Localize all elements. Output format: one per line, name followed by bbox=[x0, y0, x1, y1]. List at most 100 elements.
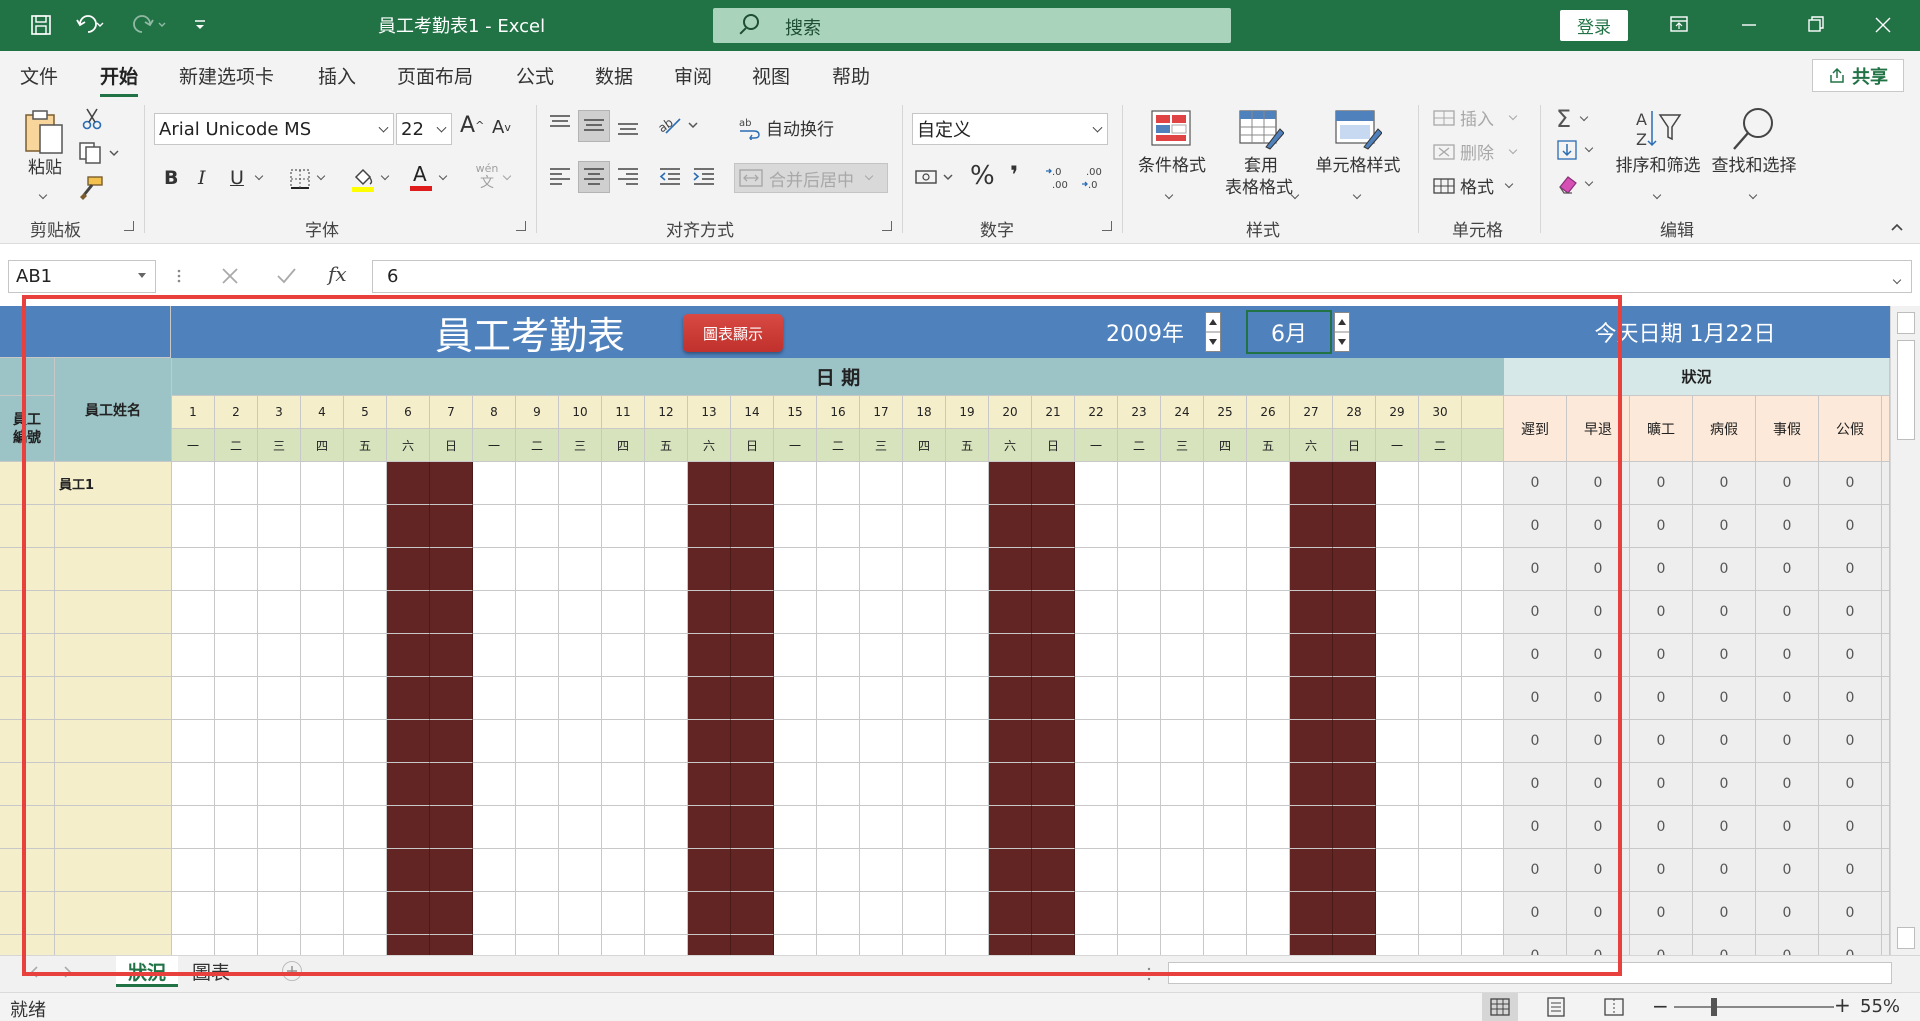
weekday-cell[interactable]: 日 bbox=[430, 429, 473, 462]
employee-id-cell[interactable] bbox=[0, 505, 55, 548]
employee-name-cell[interactable] bbox=[55, 548, 172, 591]
employee-name-cell[interactable] bbox=[55, 591, 172, 634]
status-value-cell[interactable]: 0 bbox=[1756, 634, 1819, 677]
attendance-cell[interactable] bbox=[1247, 806, 1290, 849]
weekday-cell[interactable]: 二 bbox=[817, 429, 860, 462]
weekend-day-cell[interactable] bbox=[731, 677, 774, 720]
attendance-cell[interactable] bbox=[473, 849, 516, 892]
attendance-cell[interactable] bbox=[344, 634, 387, 677]
employee-name-cell[interactable] bbox=[55, 505, 172, 548]
attendance-cell[interactable] bbox=[1161, 677, 1204, 720]
attendance-cell[interactable] bbox=[301, 806, 344, 849]
employee-id-cell[interactable] bbox=[0, 892, 55, 935]
status-column-header[interactable]: 病假 bbox=[1693, 396, 1756, 462]
weekday-cell[interactable]: 一 bbox=[1376, 429, 1419, 462]
attendance-cell[interactable] bbox=[1075, 548, 1118, 591]
attendance-cell[interactable] bbox=[1376, 763, 1419, 806]
weekend-day-cell[interactable] bbox=[1032, 634, 1075, 677]
status-value-cell[interactable]: 0 bbox=[1693, 892, 1756, 935]
attendance-cell[interactable] bbox=[860, 806, 903, 849]
increase-font-size-icon[interactable]: A ^ bbox=[460, 113, 484, 138]
weekend-day-cell[interactable] bbox=[731, 462, 774, 505]
close-icon[interactable] bbox=[1860, 8, 1906, 42]
tab-insert[interactable]: 插入 bbox=[318, 62, 356, 89]
weekend-day-cell[interactable] bbox=[387, 462, 430, 505]
number-launcher-icon[interactable] bbox=[1102, 221, 1112, 231]
attendance-cell[interactable] bbox=[473, 763, 516, 806]
weekend-day-cell[interactable] bbox=[1032, 763, 1075, 806]
weekend-day-cell[interactable] bbox=[688, 935, 731, 955]
day-number-cell[interactable]: 15 bbox=[774, 396, 817, 429]
weekend-day-cell[interactable] bbox=[989, 462, 1032, 505]
attendance-cell[interactable] bbox=[473, 892, 516, 935]
attendance-cell[interactable] bbox=[172, 462, 215, 505]
day-number-cell[interactable]: 4 bbox=[301, 396, 344, 429]
status-value-cell[interactable]: 0 bbox=[1567, 677, 1630, 720]
attendance-cell[interactable] bbox=[1376, 634, 1419, 677]
status-value-cell-blank[interactable] bbox=[1882, 892, 1890, 935]
expand-formula-bar-icon[interactable] bbox=[1892, 268, 1902, 288]
status-value-cell[interactable]: 0 bbox=[1756, 935, 1819, 955]
attendance-cell[interactable] bbox=[602, 462, 645, 505]
attendance-cell[interactable] bbox=[559, 720, 602, 763]
weekend-day-cell[interactable] bbox=[1290, 505, 1333, 548]
attendance-cell[interactable] bbox=[645, 806, 688, 849]
weekday-cell[interactable]: 六 bbox=[1290, 429, 1333, 462]
zoom-out-icon[interactable]: − bbox=[1652, 994, 1669, 1018]
weekday-cell[interactable]: 三 bbox=[860, 429, 903, 462]
attendance-cell[interactable] bbox=[602, 763, 645, 806]
weekday-cell[interactable]: 六 bbox=[989, 429, 1032, 462]
autosum-button[interactable]: Σ bbox=[1556, 105, 1589, 133]
day-number-cell[interactable]: 16 bbox=[817, 396, 860, 429]
attendance-cell[interactable] bbox=[1118, 806, 1161, 849]
status-value-cell[interactable]: 0 bbox=[1756, 763, 1819, 806]
status-column-header[interactable]: 遲到 bbox=[1504, 396, 1567, 462]
weekend-day-cell[interactable] bbox=[731, 548, 774, 591]
borders-icon[interactable] bbox=[288, 167, 312, 191]
status-value-cell[interactable]: 0 bbox=[1567, 548, 1630, 591]
year-spinner[interactable] bbox=[1205, 312, 1221, 352]
underline-dropdown-icon[interactable] bbox=[252, 171, 264, 181]
attendance-cell[interactable] bbox=[774, 892, 817, 935]
weekday-cell[interactable]: 日 bbox=[1032, 429, 1075, 462]
weekend-day-cell[interactable] bbox=[1333, 849, 1376, 892]
weekday-cell[interactable]: 五 bbox=[946, 429, 989, 462]
attendance-cell[interactable] bbox=[946, 720, 989, 763]
bold-button[interactable]: B bbox=[164, 167, 178, 189]
attendance-cell[interactable] bbox=[903, 505, 946, 548]
scroll-down-icon[interactable] bbox=[1897, 927, 1915, 949]
tab-page-layout[interactable]: 页面布局 bbox=[397, 62, 473, 89]
weekday-cell[interactable]: 一 bbox=[774, 429, 817, 462]
decrease-decimal-icon[interactable]: .00.0 bbox=[1080, 163, 1108, 191]
attendance-cell[interactable] bbox=[602, 935, 645, 955]
status-value-cell[interactable]: 0 bbox=[1504, 505, 1567, 548]
attendance-cell[interactable] bbox=[903, 720, 946, 763]
attendance-cell[interactable] bbox=[473, 505, 516, 548]
attendance-cell[interactable] bbox=[602, 548, 645, 591]
weekend-day-cell[interactable] bbox=[387, 763, 430, 806]
status-value-cell-blank[interactable] bbox=[1882, 806, 1890, 849]
employee-name-cell[interactable] bbox=[55, 763, 172, 806]
attendance-cell[interactable] bbox=[1161, 548, 1204, 591]
weekend-day-cell[interactable] bbox=[1333, 462, 1376, 505]
day-number-cell[interactable]: 11 bbox=[602, 396, 645, 429]
attendance-cell[interactable] bbox=[645, 892, 688, 935]
status-value-cell-blank[interactable] bbox=[1882, 935, 1890, 955]
status-value-cell-blank[interactable] bbox=[1882, 591, 1890, 634]
attendance-cell[interactable] bbox=[602, 892, 645, 935]
attendance-cell[interactable] bbox=[215, 806, 258, 849]
find-select-label[interactable]: 查找和选择 bbox=[1704, 155, 1804, 178]
attendance-cell[interactable] bbox=[817, 763, 860, 806]
status-value-cell-blank[interactable] bbox=[1882, 763, 1890, 806]
weekend-day-cell[interactable] bbox=[731, 591, 774, 634]
attendance-cell-blank[interactable] bbox=[1462, 806, 1504, 849]
attendance-cell[interactable] bbox=[1075, 892, 1118, 935]
attendance-cell[interactable] bbox=[172, 548, 215, 591]
fill-button[interactable] bbox=[1556, 139, 1594, 161]
format-as-table-label-1[interactable]: 套用 bbox=[1216, 155, 1306, 178]
attendance-cell[interactable] bbox=[172, 806, 215, 849]
weekend-day-cell[interactable] bbox=[430, 548, 473, 591]
day-number-cell[interactable]: 2 bbox=[215, 396, 258, 429]
status-value-cell[interactable]: 0 bbox=[1819, 634, 1882, 677]
status-value-cell[interactable]: 0 bbox=[1567, 806, 1630, 849]
